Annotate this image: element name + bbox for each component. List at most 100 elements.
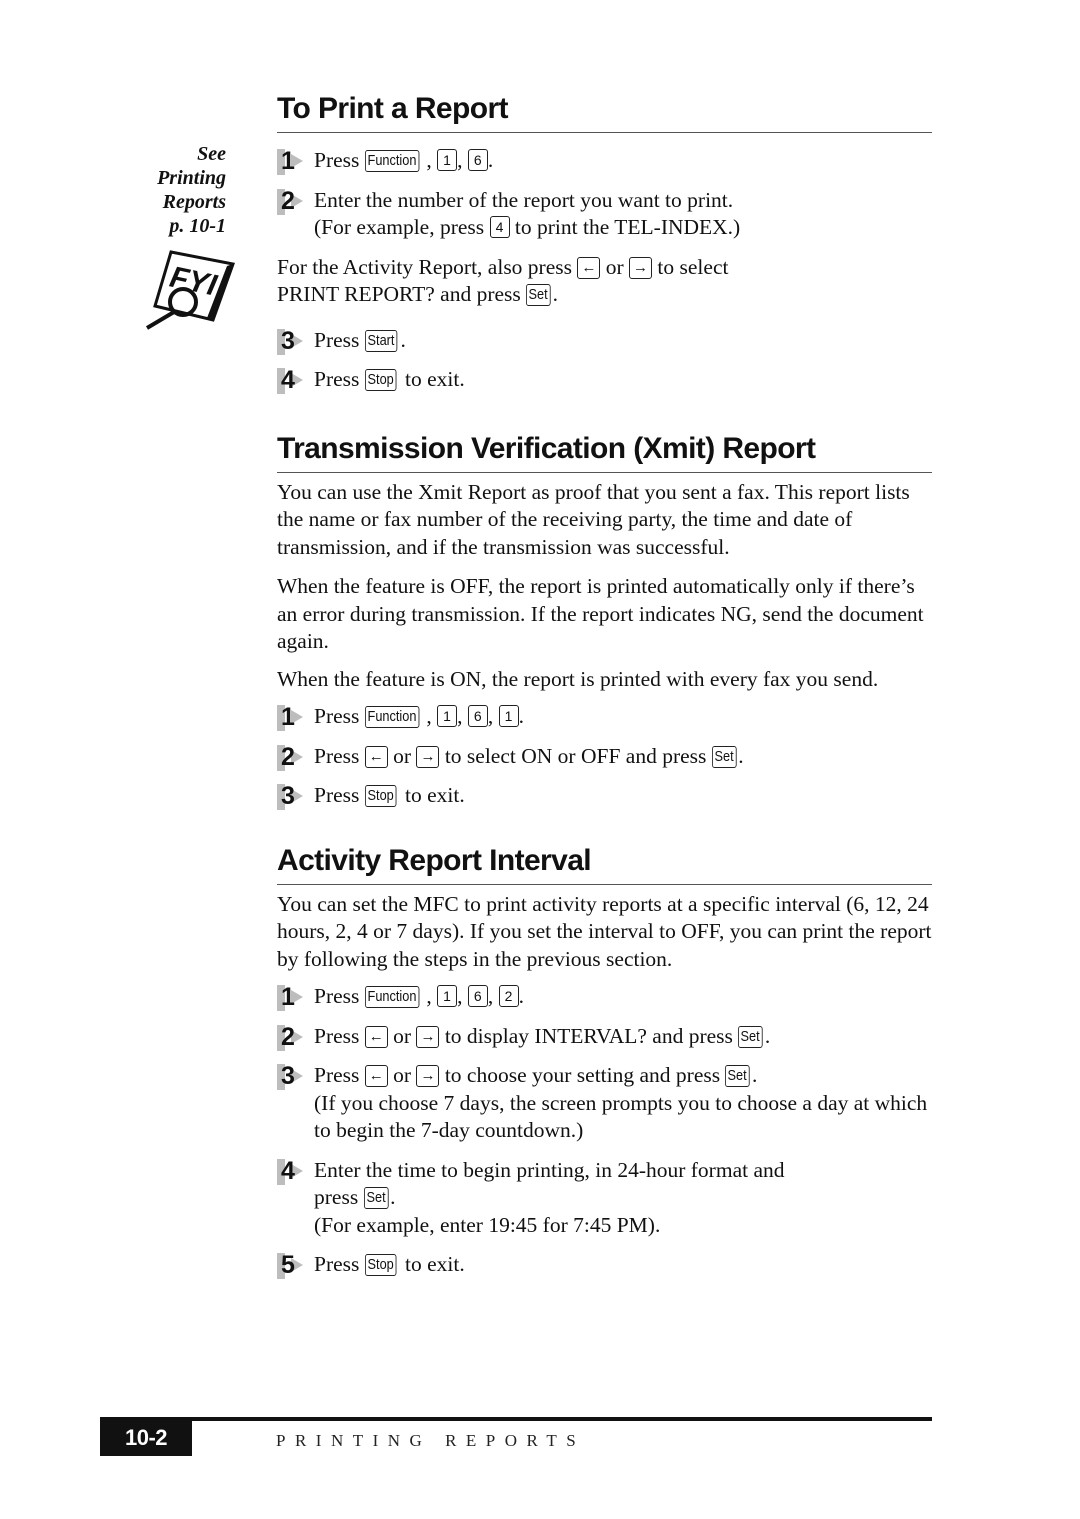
step-number: 3: [281, 782, 295, 810]
right-arrow-key: →: [416, 1025, 440, 1048]
step-text: Press ← or → to choose your setting and …: [314, 1063, 928, 1142]
step-number-icon: 2: [277, 742, 307, 771]
step-number: 1: [281, 983, 295, 1011]
step-list: 1 Press Function, 1, 6, 2. 2 Press ← or → t…: [277, 983, 932, 1279]
step-text: Press Function, 1, 6, 1.: [314, 704, 524, 728]
note-line: Printing: [157, 167, 226, 189]
section-title: Transmission Verification (Xmit) Report: [277, 430, 932, 473]
paragraph: You can set the MFC to print activity re…: [277, 891, 932, 971]
step-item: 4 Press Stop to exit.: [277, 366, 932, 394]
step-text: Press ← or → to select ON or OFF and pre…: [314, 743, 744, 768]
step-number: 1: [281, 147, 295, 175]
start-key: Start: [364, 329, 397, 352]
right-arrow-key: →: [416, 1065, 440, 1087]
step-item: 2 Enter the number of the report you want…: [277, 187, 932, 242]
step-number-icon: 3: [277, 327, 307, 355]
step-text: Press Start.: [314, 327, 406, 352]
section-title: Activity Report Interval: [277, 842, 932, 885]
6-key: 6: [467, 149, 488, 171]
function-key: Function: [364, 706, 419, 728]
section-print-report: To Print a Report 1 Press Function, 1, 6.…: [277, 90, 932, 394]
step-number-icon: 2: [277, 186, 307, 215]
left-arrow-key: ←: [577, 256, 601, 279]
step-item: 3 Press Stop to exit.: [277, 782, 932, 810]
step-number-icon: 5: [277, 1251, 307, 1279]
2-key: 2: [498, 985, 519, 1007]
step-list: 1 Press Function, 1, 6, 1. 2 Press ← or → t…: [277, 703, 932, 810]
step-number: 2: [281, 1022, 295, 1051]
step-item: 5 Press Stop to exit.: [277, 1251, 932, 1279]
step-list: 3 Press Start. 4 Press Stop to exit.: [277, 327, 932, 394]
1-key: 1: [437, 985, 458, 1007]
1-key: 1: [498, 705, 519, 727]
stop-key: Stop: [364, 1254, 397, 1276]
step-number-icon: 1: [277, 703, 307, 731]
activity-report-note: For the Activity Report, also press ← or…: [277, 254, 729, 306]
set-key: Set: [363, 1187, 388, 1209]
step-item: 4 Enter the time to begin printing, in 24…: [277, 1157, 932, 1240]
step-text: Enter the time to begin printing, in 24-…: [314, 1157, 785, 1237]
step-number: 2: [281, 186, 295, 215]
step-text: Press ← or → to display INTERVAL? and pr…: [314, 1023, 771, 1048]
step-list: 1 Press Function, 1, 6. 2 Enter the number …: [277, 147, 932, 242]
step-number-icon: 2: [277, 1022, 307, 1051]
set-key: Set: [711, 745, 737, 768]
step-number-icon: 3: [277, 782, 307, 810]
note-line: See: [197, 143, 226, 165]
page-number: 10-2: [100, 1420, 192, 1456]
4-key: 4: [489, 216, 510, 238]
paragraph: When the feature is ON, the report is pr…: [277, 666, 879, 691]
left-arrow-key: ←: [364, 1025, 388, 1048]
cross-reference-note: See Printing Reports p. 10-1: [140, 142, 226, 238]
step-number-icon: 4: [277, 366, 307, 394]
note-line: p. 10-1: [169, 215, 226, 237]
1-key: 1: [437, 705, 458, 727]
step-number-icon: 4: [277, 1156, 307, 1185]
step-number: 3: [281, 1062, 295, 1090]
6-key: 6: [467, 985, 488, 1007]
step-item: 1 Press Function, 1, 6, 2.: [277, 983, 932, 1011]
step-number: 2: [281, 742, 295, 771]
step-number-icon: 1: [277, 983, 307, 1011]
set-key: Set: [526, 284, 551, 306]
running-head: PRINTING REPORTS: [276, 1431, 586, 1450]
6-key: 6: [467, 705, 488, 727]
right-arrow-key: →: [416, 745, 440, 768]
step-number: 4: [281, 1156, 295, 1185]
1-key: 1: [437, 149, 458, 171]
step-item: 2 Press ← or → to select ON or OFF and pr…: [277, 743, 932, 771]
step-item: 3 Press ← or → to choose your setting and…: [277, 1062, 932, 1145]
section-activity-interval: Activity Report Interval You can set the…: [277, 842, 932, 1279]
step-number: 4: [281, 366, 295, 394]
main-content: To Print a Report 1 Press Function, 1, 6.…: [277, 90, 932, 1279]
step-item: 3 Press Start.: [277, 327, 932, 355]
step-number: 5: [281, 1251, 295, 1279]
step-item: 2 Press ← or → to display INTERVAL? and p…: [277, 1023, 932, 1051]
stop-key: Stop: [364, 369, 397, 391]
section-title: To Print a Report: [277, 90, 932, 133]
left-arrow-key: ←: [364, 745, 388, 768]
step-text: Press Stop to exit.: [314, 783, 465, 807]
step-number-icon: 1: [277, 147, 307, 175]
paragraph: When the feature is OFF, the report is p…: [277, 574, 924, 653]
step-number-icon: 3: [277, 1062, 307, 1090]
step-text: Press Function, 1, 6.: [314, 148, 494, 172]
step-number: 1: [281, 703, 295, 731]
paragraph: You can use the Xmit Report as proof tha…: [277, 479, 910, 559]
set-key: Set: [738, 1025, 763, 1048]
function-key: Function: [364, 986, 419, 1008]
step-item: 1 Press Function, 1, 6, 1.: [277, 703, 932, 731]
section-xmit-report: Transmission Verification (Xmit) Report …: [277, 430, 932, 810]
right-arrow-key: →: [629, 256, 653, 279]
left-arrow-key: ←: [364, 1065, 388, 1087]
set-key: Set: [725, 1065, 750, 1087]
stop-key: Stop: [364, 785, 397, 807]
footer-rule: [100, 1417, 932, 1421]
step-text: Press Function, 1, 6, 2.: [314, 984, 524, 1008]
function-key: Function: [364, 150, 419, 172]
step-item: 1 Press Function, 1, 6.: [277, 147, 932, 175]
step-text: Press Stop to exit.: [314, 367, 465, 391]
note-line: Reports: [162, 191, 226, 213]
step-text: Press Stop to exit.: [314, 1252, 465, 1276]
step-text: Enter the number of the report you want …: [314, 187, 741, 240]
